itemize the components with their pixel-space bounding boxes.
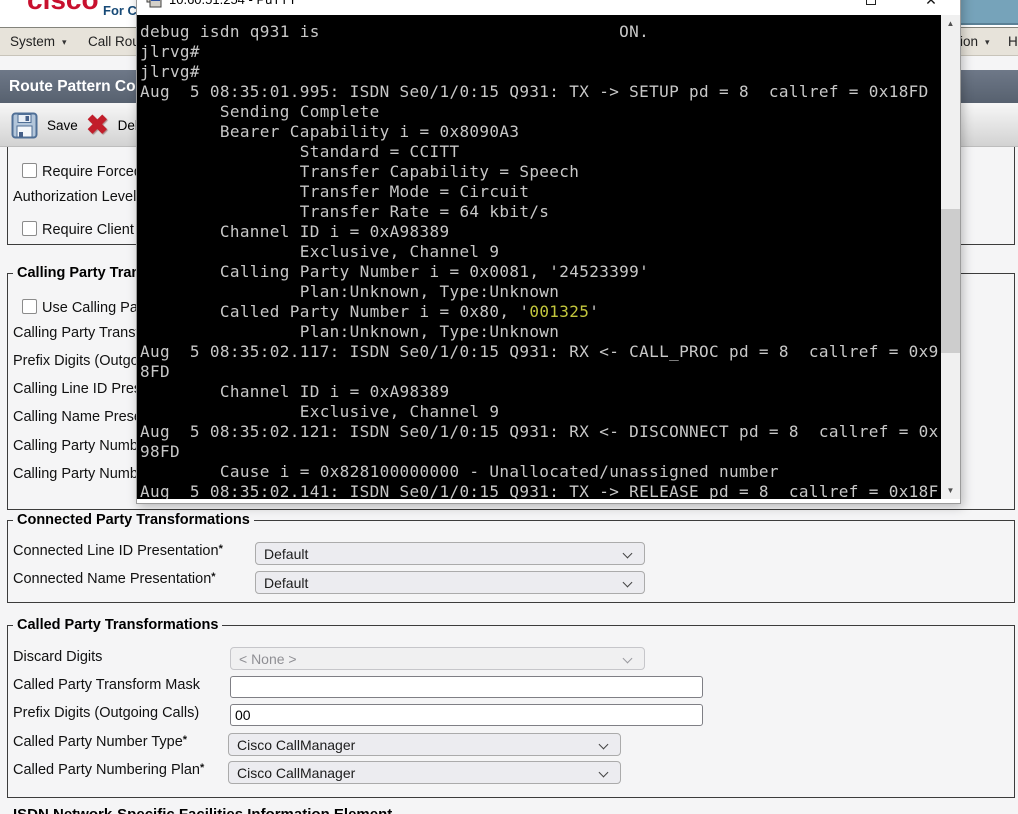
called-party-numbering-plan-label: Called Party Numbering Plan*	[13, 762, 205, 778]
terminal-line: Cause i = 0x828100000000 - Unallocated/u…	[140, 462, 779, 481]
discard-digits-label: Discard Digits	[13, 649, 103, 665]
terminal-line: Exclusive, Channel 9	[140, 402, 500, 421]
terminal-line: Transfer Rate = 64 kbit/s	[140, 202, 550, 221]
putty-window-title: 10.60.51.254 - PuTTY	[169, 0, 297, 7]
scrollbar-down-icon[interactable]: ▼	[941, 482, 960, 499]
terminal-line: Plan:Unknown, Type:Unknown	[140, 322, 560, 341]
terminal-line: Channel ID i = 0xA98389	[140, 382, 450, 401]
putty-titlebar[interactable]: 10.60.51.254 - PuTTY ✕	[137, 0, 960, 15]
chevron-down-icon	[598, 739, 609, 750]
connected-name-presentation-label: Connected Name Presentation*	[13, 571, 216, 587]
cisco-logo: cisco	[27, 0, 99, 14]
called-party-number-type-label: Called Party Number Type*	[13, 734, 188, 750]
scrollbar-up-icon[interactable]: ▲	[941, 15, 960, 32]
terminal-line: Aug 5 08:35:02.141: ISDN Se0/1/0:15 Q931…	[140, 482, 939, 499]
menu-help[interactable]: Help▾	[1008, 34, 1018, 49]
chevron-down-icon	[598, 767, 609, 778]
close-icon: ✕	[925, 0, 937, 8]
putty-app-icon	[146, 0, 162, 8]
terminal-line: 98FD	[140, 442, 180, 461]
discard-digits-select[interactable]: < None >	[230, 647, 645, 670]
isdn-nsf-section-title: ISDN Network-Specific Facilities Informa…	[13, 806, 392, 814]
use-calling-party-mask-checkbox[interactable]	[22, 299, 37, 314]
terminal-line: Aug 5 08:35:02.117: ISDN Se0/1/0:15 Q931…	[140, 342, 939, 361]
called-party-transformations-legend: Called Party Transformations	[17, 617, 219, 633]
terminal-line: jlrvg#	[140, 62, 200, 81]
connected-name-presentation-select[interactable]: Default	[255, 571, 645, 594]
terminal-line: Channel ID i = 0xA98389	[140, 222, 450, 241]
chevron-down-icon	[622, 653, 633, 664]
terminal-line: jlrvg#	[140, 42, 200, 61]
terminal-line: Transfer Mode = Circuit	[140, 182, 530, 201]
called-party-transform-mask-input[interactable]	[230, 676, 703, 698]
connected-party-transformations-legend: Connected Party Transformations	[17, 512, 250, 528]
require-client-matter-checkbox[interactable]	[22, 221, 37, 236]
terminal-line: Sending Complete	[140, 102, 380, 121]
connected-line-id-presentation-select[interactable]: Default	[255, 542, 645, 565]
screen: cisco For Cisco Unified Communications S…	[0, 0, 1018, 814]
terminal-line: Bearer Capability i = 0x8090A3	[140, 122, 520, 141]
authorization-level-label: Authorization Level	[13, 189, 137, 205]
terminal-line: Aug 5 08:35:02.121: ISDN Se0/1/0:15 Q931…	[140, 422, 939, 441]
terminal-line: 8FD	[140, 362, 170, 381]
delete-x-icon: ✖	[86, 109, 109, 140]
terminal-line: Exclusive, Channel 9	[140, 242, 500, 261]
terminal-scrollbar[interactable]: ▲ ▼	[941, 15, 960, 499]
maximize-button[interactable]	[848, 0, 894, 15]
terminal-line: Plan:Unknown, Type:Unknown	[140, 282, 560, 301]
menu-system[interactable]: System ▾	[10, 34, 67, 49]
chevron-down-icon	[622, 548, 633, 559]
called-party-numbering-plan-select[interactable]: Cisco CallManager	[228, 761, 621, 784]
require-forced-authorization-checkbox[interactable]	[22, 163, 37, 178]
scrollbar-thumb[interactable]	[941, 209, 960, 353]
maximize-icon	[866, 0, 876, 5]
connected-line-id-presentation-label: Connected Line ID Presentation*	[13, 543, 223, 559]
save-floppy-icon	[11, 112, 38, 138]
terminal-output[interactable]: debug isdn q931 is ON. jlrvg# jlrvg# Aug 5 …	[137, 15, 960, 499]
terminal-line: Aug 5 08:35:01.995: ISDN Se0/1/0:15 Q931…	[140, 82, 929, 101]
chevron-down-icon	[622, 577, 633, 588]
terminal-line: Called Party Number i = 0x80, '001325'	[140, 302, 600, 321]
prefix-digits-outgoing-calls-label: Prefix Digits (Outgoing Calls)	[13, 705, 200, 721]
chevron-down-icon: ▾	[62, 37, 67, 47]
close-button[interactable]: ✕	[908, 0, 954, 15]
prefix-digits-outgoing-calls-input[interactable]	[230, 704, 703, 726]
terminal-line: Calling Party Number i = 0x0081, '245233…	[140, 262, 650, 281]
chevron-down-icon: ▾	[985, 37, 990, 47]
save-button[interactable]: Save	[11, 108, 78, 142]
terminal-line: debug isdn q931 is ON.	[140, 22, 650, 41]
putty-window: 10.60.51.254 - PuTTY ✕ debug isdn q931 i…	[136, 0, 961, 504]
called-party-number-type-select[interactable]: Cisco CallManager	[228, 733, 621, 756]
called-party-transform-mask-label: Called Party Transform Mask	[13, 677, 200, 693]
terminal-line: Transfer Capability = Speech	[140, 162, 580, 181]
terminal-line: Standard = CCITT	[140, 142, 460, 161]
